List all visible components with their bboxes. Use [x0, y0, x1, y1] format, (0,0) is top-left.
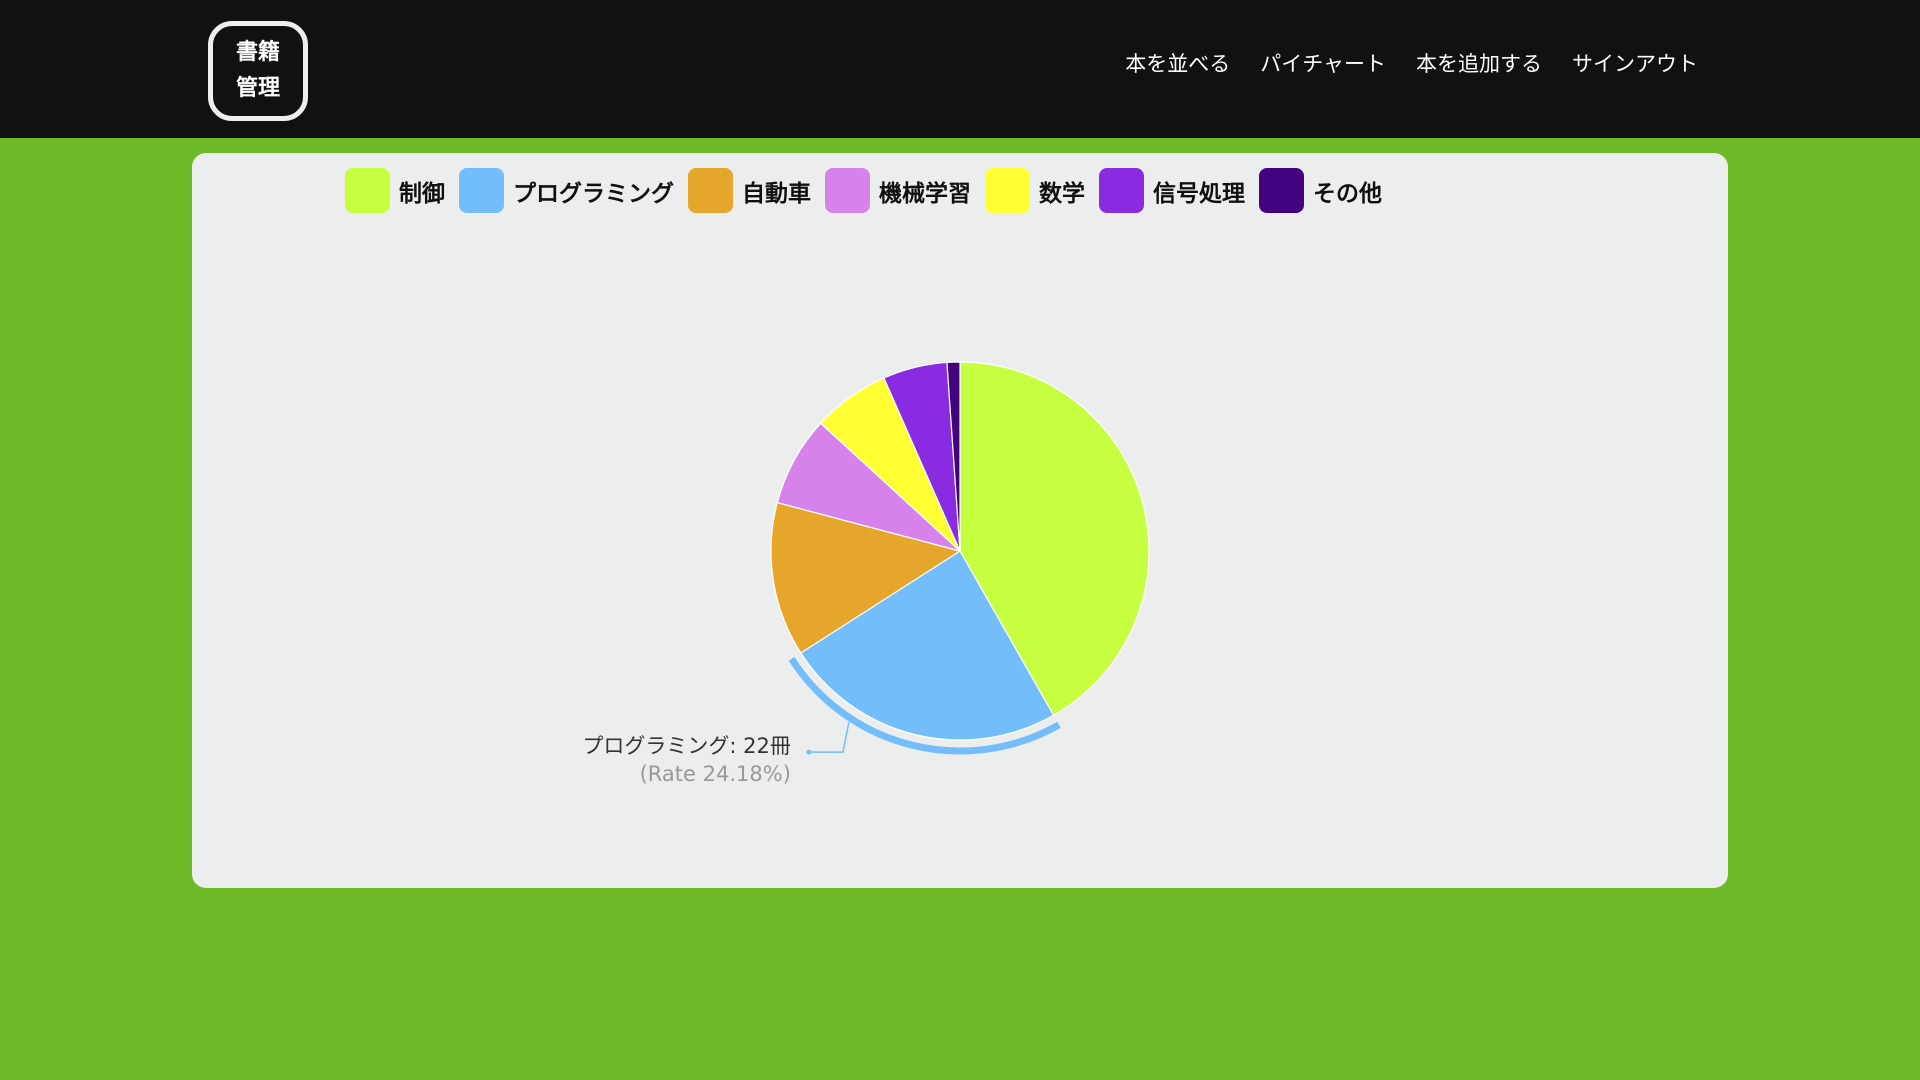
app-logo[interactable]: 書籍 管理	[208, 21, 308, 121]
tooltip-connector	[808, 721, 850, 753]
tooltip-rate: (Rate 24.18%)	[640, 762, 791, 786]
tooltip-connector-dot	[806, 749, 812, 755]
nav-pie-chart[interactable]: パイチャート	[1260, 48, 1386, 78]
pie-chart: プログラミング: 22冊 (Rate 24.18%)	[582, 361, 1150, 786]
logo-line-2: 管理	[235, 76, 280, 101]
tooltip-value: プログラミング: 22冊	[582, 734, 790, 758]
nav-list-books[interactable]: 本を並べる	[1125, 48, 1230, 78]
top-navbar: 書籍 管理 本を並べる パイチャート 本を追加する サインアウト	[0, 0, 1920, 138]
logo-line-1: 書籍	[235, 40, 280, 65]
nav-sign-out[interactable]: サインアウト	[1572, 48, 1698, 78]
main-nav: 本を並べる パイチャート 本を追加する サインアウト	[1125, 48, 1698, 78]
chart-card: 制御 プログラミング 自動車 機械学習 数学 信号処理 その他 プログラミング: 22冊 (R…	[192, 153, 1728, 888]
nav-add-book[interactable]: 本を追加する	[1416, 48, 1542, 78]
